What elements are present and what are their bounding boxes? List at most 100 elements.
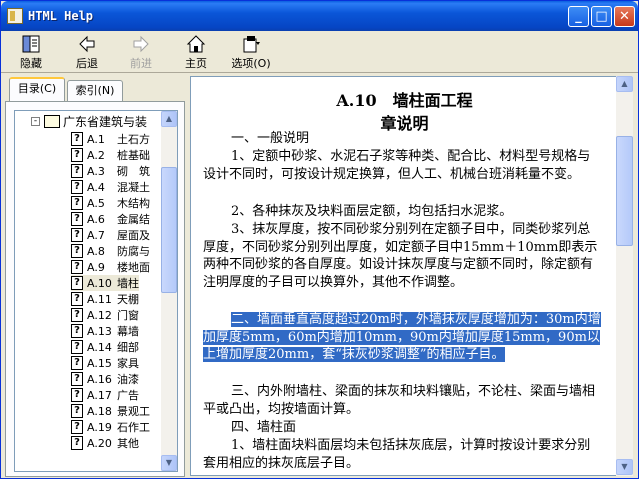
- content-scroll-up-button[interactable]: ▲: [616, 76, 633, 92]
- forward-button[interactable]: 前进: [117, 34, 165, 70]
- help-window: HTML Help _ □ ✕ 隐藏 后退 前进 主页 选项(O) 目录(C) …: [0, 0, 639, 479]
- tree-item[interactable]: ? A.11 天棚: [71, 291, 139, 307]
- help-page-icon: ?: [71, 196, 83, 210]
- tree-item[interactable]: ? A.15 家具: [71, 355, 139, 371]
- content-scrollbar[interactable]: ▲ ▼: [616, 76, 633, 476]
- tree-item-code: A.15: [87, 356, 112, 370]
- tree-scroll-up-button[interactable]: ▲: [161, 111, 177, 127]
- hide-button[interactable]: 隐藏: [7, 34, 55, 70]
- tree-item[interactable]: ? A.4 混凝土: [71, 179, 150, 195]
- help-page-icon: ?: [71, 436, 83, 450]
- help-page-icon: ?: [71, 324, 83, 338]
- tree-scroll-thumb[interactable]: [161, 167, 177, 293]
- hide-pane-icon: [21, 34, 41, 54]
- tree-item-label: 土石方: [117, 133, 150, 146]
- collapse-icon[interactable]: -: [31, 117, 40, 126]
- help-page-icon: ?: [71, 308, 83, 322]
- tab-contents-label: 目录(C): [17, 82, 57, 95]
- tree-item-code: A.17: [87, 388, 112, 402]
- tree-item[interactable]: ? A.12 门窗: [71, 307, 139, 323]
- help-page-icon: ?: [71, 372, 83, 386]
- topic-title: A.10 墙柱面工程: [336, 91, 473, 110]
- close-icon: ✕: [619, 9, 630, 24]
- paragraph-3: 3、抹灰厚度，按不同砂浆分别列在定额子目中，同类砂浆列总厚度，不同砂浆分别列出厚…: [203, 222, 598, 290]
- content-scroll-down-button[interactable]: ▼: [616, 459, 633, 475]
- help-page-icon: ?: [71, 388, 83, 402]
- tree-item-label: 屋面及: [117, 229, 150, 242]
- tree-item-label: 石作工: [117, 421, 150, 434]
- tree-scroll-down-button[interactable]: ▼: [161, 455, 177, 471]
- tree-root[interactable]: - 广东省建筑与装: [31, 113, 147, 129]
- tree-item-label: 景观工: [117, 405, 150, 418]
- content-scroll-thumb[interactable]: [616, 136, 633, 246]
- tab-index-label: 索引(N): [75, 84, 115, 97]
- minimize-button[interactable]: _: [568, 6, 589, 27]
- title-bar[interactable]: HTML Help _ □ ✕: [1, 1, 638, 31]
- window-title: HTML Help: [28, 9, 94, 23]
- paragraph-5: 三、内外附墙柱、梁面的抹灰和块料镶贴，不论柱、梁面与墙相平或凸出，均按墙面计算。: [203, 384, 596, 417]
- tree-item-code: A.11: [87, 292, 112, 306]
- toolbar: 隐藏 后退 前进 主页 选项(O): [1, 31, 638, 73]
- help-page-icon: ?: [71, 212, 83, 226]
- open-book-icon: [44, 115, 60, 128]
- help-page-icon: ?: [71, 340, 83, 354]
- tree-root-label: 广东省建筑与装: [63, 115, 148, 129]
- tree-item[interactable]: ? A.17 广告: [71, 387, 139, 403]
- paragraph-2: 2、各种抹灰及块料面层定额，均包括扫水泥浆。: [231, 204, 513, 219]
- paragraph-1: 1、定额中砂浆、水泥石子浆等种类、配合比、材料型号规格与设计不同时，可按设计规定…: [203, 149, 591, 182]
- tree-item-label: 桩基础: [117, 149, 150, 162]
- tab-contents[interactable]: 目录(C): [9, 77, 65, 102]
- help-page-icon: ?: [71, 260, 83, 274]
- hide-label: 隐藏: [20, 57, 42, 70]
- tree-item[interactable]: ? A.19 石作工: [71, 419, 150, 435]
- tree-item-label: 幕墙: [117, 325, 139, 338]
- tree-item[interactable]: ? A.8 防腐与: [71, 243, 150, 259]
- home-button[interactable]: 主页: [172, 34, 220, 70]
- tree-item-code: A.6: [87, 212, 105, 226]
- tree-item-label: 其他: [117, 437, 139, 450]
- tree-item[interactable]: ? A.20 其他: [71, 435, 139, 451]
- close-button[interactable]: ✕: [614, 6, 635, 27]
- tree-item[interactable]: ? A.5 木结构: [71, 195, 150, 211]
- tree-item-code: A.8: [87, 244, 105, 258]
- options-button[interactable]: 选项(O): [227, 34, 275, 70]
- tree-item-label: 混凝土: [117, 181, 150, 194]
- tree-item-code: A.13: [87, 324, 112, 338]
- tree-item[interactable]: ? A.7 屋面及: [71, 227, 150, 243]
- forward-label: 前进: [130, 57, 152, 70]
- tree-item[interactable]: ? A.14 细部: [71, 339, 139, 355]
- tree-item[interactable]: ? A.13 幕墙: [71, 323, 139, 339]
- tab-index[interactable]: 索引(N): [67, 80, 123, 101]
- minimize-icon: _: [575, 9, 582, 24]
- tree-item-code: A.5: [87, 196, 105, 210]
- tree-item-code: A.7: [87, 228, 105, 242]
- tree-item[interactable]: ? A.16 油漆: [71, 371, 139, 387]
- scroll-down-arrow-icon: ▼: [621, 462, 628, 471]
- tree-item-code: A.19: [87, 420, 112, 434]
- tree-item[interactable]: ? A.9 楼地面: [71, 259, 150, 275]
- tree-item[interactable]: ? A.3 砌 筑: [71, 163, 150, 179]
- tree-item-code: A.12: [87, 308, 112, 322]
- paragraph-4-selected[interactable]: 二、墙面垂直高度超过20m时，外墙抹灰厚度增加为：30m内增加厚度5mm，60m…: [203, 311, 603, 364]
- tree-item[interactable]: ? A.6 金属结: [71, 211, 150, 227]
- help-page-icon: ?: [71, 132, 83, 146]
- tree-item-code: A.1: [87, 132, 105, 146]
- contents-tree[interactable]: - 广东省建筑与装 ? A.1 土石方? A.2 桩基础? A.3 砌 筑? A.4 混凝土? A.…: [14, 110, 178, 472]
- tree-item-label: 广告: [117, 389, 139, 402]
- tree-item-code: A.16: [87, 372, 112, 386]
- tree-scrollbar[interactable]: ▲ ▼: [161, 111, 177, 471]
- tree-item[interactable]: ? A.1 土石方: [71, 131, 150, 147]
- back-button[interactable]: 后退: [63, 34, 111, 70]
- tree-item[interactable]: ? A.18 景观工: [71, 403, 150, 419]
- tree-item-code: A.18: [87, 404, 112, 418]
- help-page-icon: ?: [71, 292, 83, 306]
- back-arrow-icon: [77, 34, 97, 54]
- topic-content[interactable]: A.10 墙柱面工程 章说明 一、一般说明 1、定额中砂浆、水泥石子浆等种类、配…: [190, 76, 617, 476]
- tree-item-label: 天棚: [117, 293, 139, 306]
- selected-text: 二、墙面垂直高度超过20m时，外墙抹灰厚度增加为：30m内增加厚度5mm，60m…: [203, 312, 601, 362]
- home-icon: [186, 34, 206, 54]
- maximize-button[interactable]: □: [591, 6, 612, 27]
- tree-item[interactable]: ? A.10 墙柱: [71, 275, 139, 291]
- help-page-icon: ?: [71, 164, 83, 178]
- tree-item[interactable]: ? A.2 桩基础: [71, 147, 150, 163]
